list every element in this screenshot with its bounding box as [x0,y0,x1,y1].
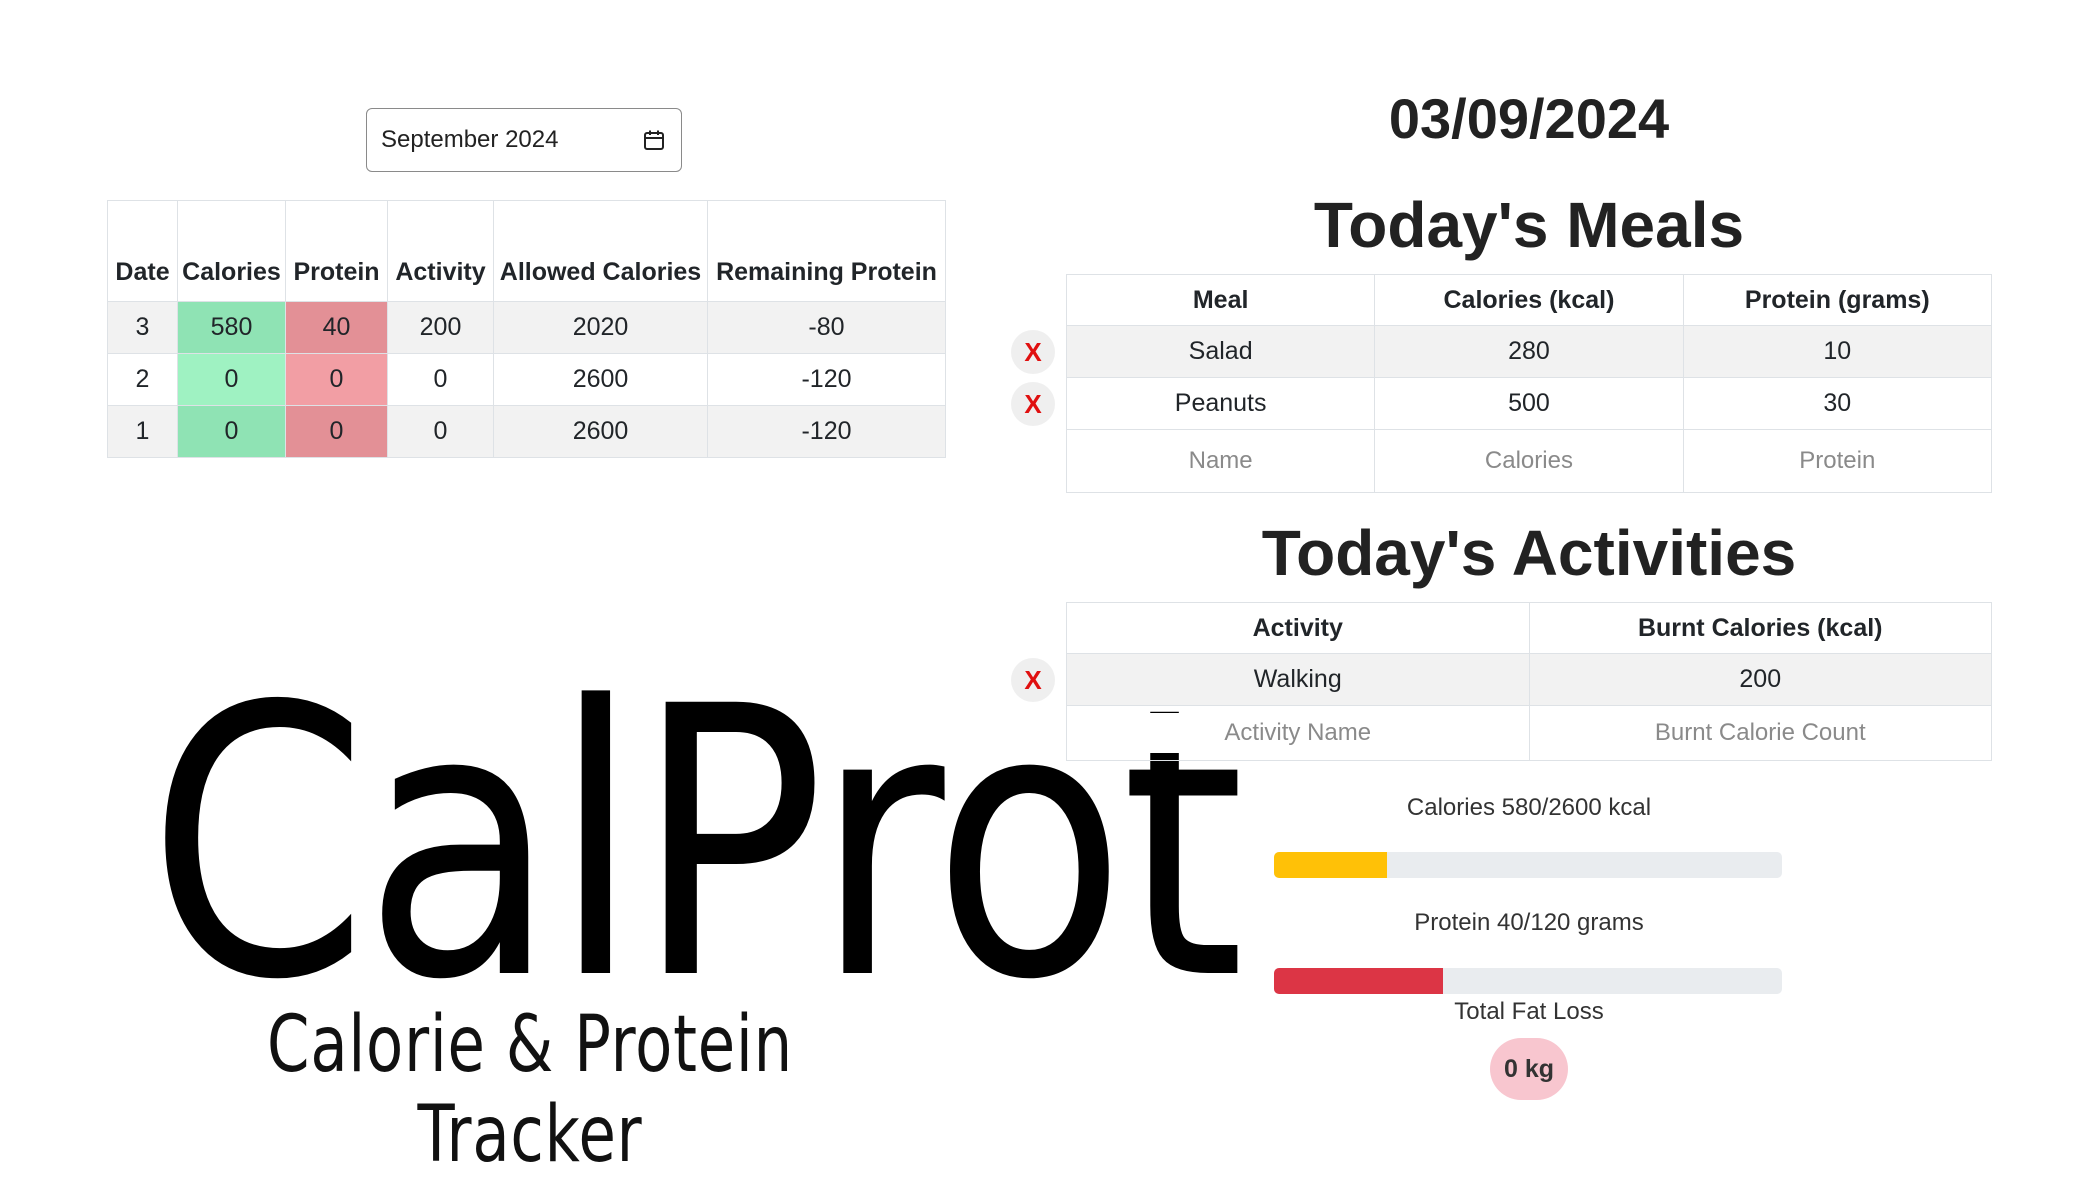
history-remaining-protein: -80 [707,301,946,354]
activities-header-row: Activity Burnt Calories (kcal) [1066,602,1992,654]
meals-title: Today's Meals [1313,189,1745,261]
history-header-activity: Activity [387,200,494,302]
history-row[interactable]: 2 0 0 0 2600 -120 [107,353,946,406]
history-row[interactable]: 1 0 0 0 2600 -120 [107,405,946,458]
calendar-icon[interactable] [641,127,667,153]
meal-calories-input[interactable] [1379,441,1679,481]
history-allowed-calories: 2600 [493,405,708,458]
app-tagline: Calorie & Protein Tracker [267,1000,793,1180]
activity-name-cell [1066,705,1530,761]
meal-name-input[interactable] [1071,441,1371,481]
history-activity: 200 [387,301,494,354]
meals-header-calories: Calories (kcal) [1374,274,1684,326]
history-allowed-calories: 2600 [493,353,708,406]
history-header-row: Date Calories Protein Activity Allowed C… [107,200,946,302]
meal-calories: 500 [1374,377,1684,430]
activities-header-activity: Activity [1066,602,1530,654]
meal-name: Salad [1065,325,1376,378]
history-remaining-protein: -120 [707,405,946,458]
activities-table: Activity Burnt Calories (kcal) Walking 2… [1066,602,1992,761]
protein-progress-bar [1274,968,1782,994]
meal-row: Salad 280 10 [1065,325,1993,378]
history-activity: 0 [387,353,494,406]
meal-row: Peanuts 500 30 [1065,377,1993,430]
fat-loss-label: Total Fat Loss [1454,998,1604,1025]
history-allowed-calories: 2020 [493,301,708,354]
activity-name: Walking [1066,653,1530,706]
meal-protein: 10 [1682,325,1993,378]
history-date: 1 [107,405,178,458]
meal-calories-cell [1374,429,1684,493]
history-activity: 0 [387,405,494,458]
history-protein: 40 [285,301,388,354]
activity-row: Walking 200 [1066,653,1992,706]
history-date: 2 [107,353,178,406]
protein-progress-fill [1274,968,1444,994]
activities-header-burnt-calories: Burnt Calories (kcal) [1528,602,1992,654]
meal-input-row [1065,429,1993,493]
activity-input-row [1066,705,1992,761]
calories-progress-label: Calories 580/2600 kcal [1406,794,1652,821]
history-table: Date Calories Protein Activity Allowed C… [107,200,946,458]
meals-header-meal: Meal [1065,274,1376,326]
meals-header-protein: Protein (grams) [1682,274,1993,326]
history-row[interactable]: 3 580 40 200 2020 -80 [107,301,946,354]
history-header-date: Date [107,200,178,302]
history-remaining-protein: -120 [707,353,946,406]
meal-calories: 280 [1374,325,1684,378]
meal-name-cell [1065,429,1376,493]
activity-calories-cell [1528,705,1992,761]
meal-name: Peanuts [1065,377,1376,430]
app-logo: CalProt [147,628,1245,1061]
history-protein: 0 [285,353,388,406]
month-value: September 2024 [381,126,559,153]
history-date: 3 [107,301,178,354]
activity-name-input[interactable] [1067,713,1529,753]
activities-title: Today's Activities [1261,517,1797,589]
history-calories: 0 [177,353,286,406]
protein-progress-label: Protein 40/120 grams [1414,909,1644,936]
delete-meal-button[interactable]: X [1011,382,1055,426]
history-calories: 0 [177,405,286,458]
activity-burnt-calories: 200 [1528,653,1992,706]
meal-protein-cell [1682,429,1993,493]
activity-calories-input[interactable] [1529,713,1991,753]
meals-table: Meal Calories (kcal) Protein (grams) Sal… [1065,274,1993,493]
delete-activity-button[interactable]: X [1011,658,1055,702]
history-header-calories: Calories [177,200,286,302]
delete-meal-button[interactable]: X [1011,330,1055,374]
history-header-remaining-protein: Remaining Protein [707,200,946,302]
meals-header-row: Meal Calories (kcal) Protein (grams) [1065,274,1993,326]
fat-loss-badge: 0 kg [1490,1038,1568,1100]
calories-progress-fill [1274,852,1388,878]
history-calories: 580 [177,301,286,354]
meal-protein-input[interactable] [1687,441,1987,481]
month-picker[interactable]: September 2024 [366,108,682,172]
meal-protein: 30 [1682,377,1993,430]
selected-date: 03/09/2024 [1388,87,1670,150]
history-protein: 0 [285,405,388,458]
calories-progress-bar [1274,852,1782,878]
history-header-protein: Protein [285,200,388,302]
history-header-allowed-calories: Allowed Calories [493,200,708,302]
